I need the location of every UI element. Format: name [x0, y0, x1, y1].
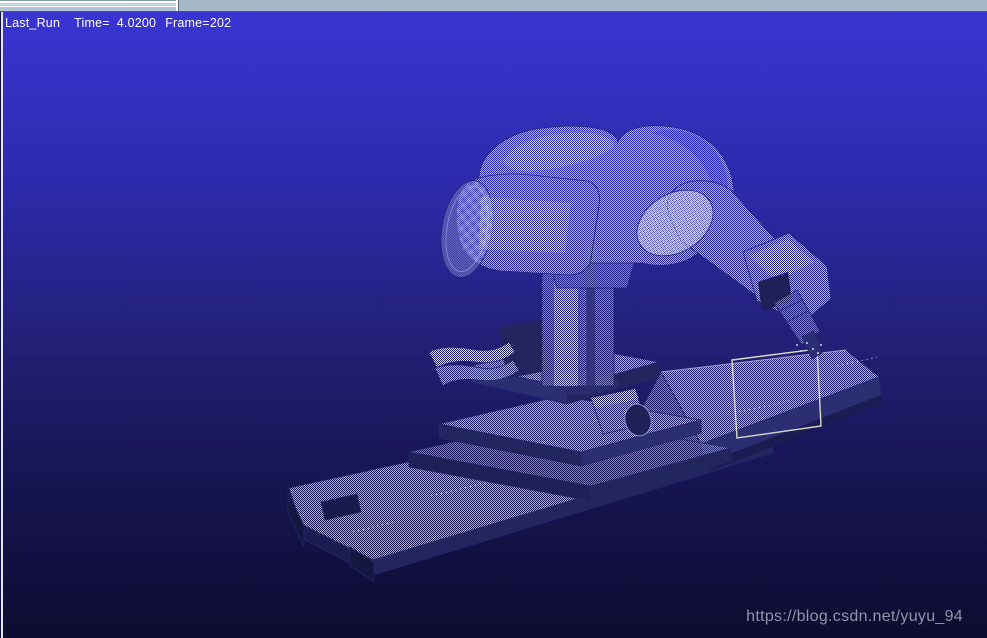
time-value: 4.0200: [116, 16, 157, 30]
time-label: Time=: [74, 16, 110, 30]
watermark: https://blog.csdn.net/yuyu_94: [746, 608, 963, 625]
render-canvas[interactable]: [1, 0, 987, 638]
3d-viewport[interactable]: Last_Run Time= 4.0200 Frame=202 https://…: [0, 12, 987, 638]
animation-window: Last_Run Time= 4.0200 Frame=202 https://…: [0, 0, 987, 638]
status-line: Last_Run Time= 4.0200 Frame=202: [5, 16, 231, 30]
frame-value: 202: [209, 16, 232, 30]
run-name: Last_Run: [5, 16, 61, 30]
wrist-assembly: [742, 232, 832, 360]
frame-label: Frame=: [165, 16, 210, 30]
